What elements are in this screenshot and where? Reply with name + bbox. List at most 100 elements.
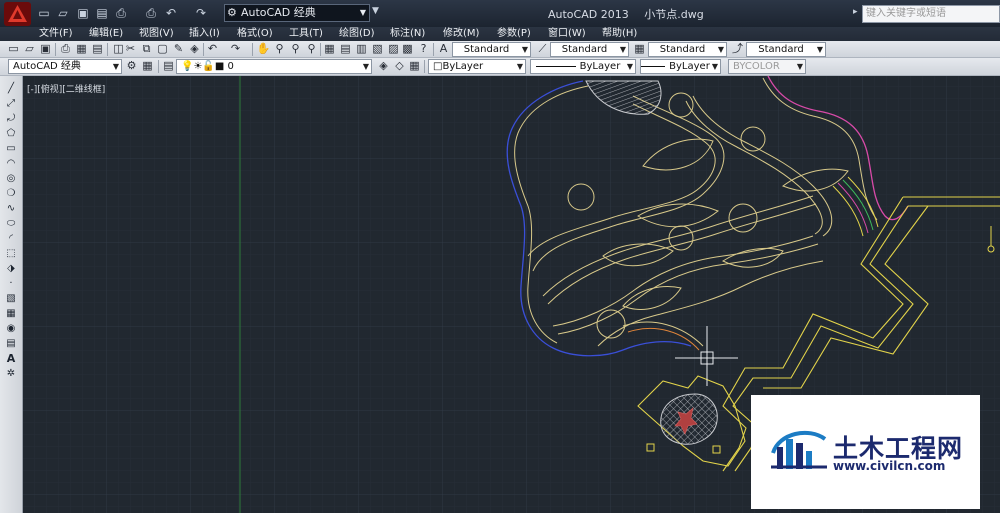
text-style-dropdown[interactable]: Standard ▼ [452, 42, 531, 57]
pan-icon[interactable]: ✋ [256, 42, 271, 56]
revision-cloud-icon[interactable]: ❍ [3, 187, 19, 201]
viewport-controls[interactable]: [-][俯视][二维线框] [27, 82, 105, 95]
linetype-dropdown[interactable]: ByLayer ▼ [530, 59, 636, 74]
toolbar-separator [424, 60, 425, 73]
menu-help[interactable]: 帮助(H) [602, 27, 637, 40]
markup-icon[interactable]: ▨ [386, 42, 401, 56]
add-selected-icon[interactable]: ✲ [3, 367, 19, 381]
calculator-icon[interactable]: ▩ [400, 42, 415, 56]
menu-draw[interactable]: 绘图(D) [339, 27, 375, 40]
open-icon[interactable]: ▱ [22, 42, 37, 56]
help-icon[interactable]: ? [416, 42, 431, 56]
workspace-save-icon[interactable]: ▦ [140, 59, 155, 73]
civilcn-logo [771, 430, 827, 469]
menu-tools[interactable]: 工具(T) [289, 27, 323, 40]
multileader-style-icon[interactable]: ⤴ [730, 42, 745, 56]
line-icon[interactable]: ╱ [3, 82, 19, 96]
current-layer-name: 0 [227, 61, 234, 72]
circle-icon[interactable]: ◎ [3, 172, 19, 186]
toolbar-separator [107, 43, 108, 56]
table-icon[interactable]: ▤ [3, 337, 19, 351]
chevron-down-icon: ▼ [796, 62, 803, 71]
ellipse-arc-icon[interactable]: ◜ [3, 232, 19, 246]
new-icon[interactable]: ▭ [36, 5, 52, 21]
plot-style-dropdown[interactable]: BYCOLOR ▼ [728, 59, 806, 74]
search-input[interactable]: 键入关键字或短语 [862, 5, 1000, 23]
layer-previous-icon[interactable]: ◇ [392, 59, 407, 73]
undo-icon[interactable]: ↶ [205, 42, 220, 56]
cut-icon[interactable]: ✂ [123, 42, 138, 56]
block-editor-icon[interactable]: ◈ [187, 42, 202, 56]
undo-icon[interactable]: ↶ [163, 5, 179, 21]
menu-edit[interactable]: 编辑(E) [89, 27, 123, 40]
plot-preview-icon[interactable]: ▦ [74, 42, 89, 56]
workspace-dropdown-value: AutoCAD 经典 [241, 6, 316, 19]
table-style-dropdown[interactable]: Standard ▼ [648, 42, 727, 57]
open-icon[interactable]: ▱ [55, 5, 71, 21]
menu-file[interactable]: 文件(F) [39, 27, 73, 40]
redo-icon[interactable]: ↷ [228, 42, 243, 56]
redo-icon[interactable]: ↷ [193, 5, 209, 21]
multileader-style-dropdown[interactable]: Standard ▼ [746, 42, 826, 57]
zoom-window-icon[interactable]: ⚲ [288, 42, 303, 56]
point-icon[interactable]: · [3, 277, 19, 291]
toolbar-separator [433, 43, 434, 56]
quick-access-customize-icon[interactable]: ▼ [372, 6, 379, 16]
color-dropdown[interactable]: □ByLayer ▼ [428, 59, 526, 74]
dimension-style-dropdown[interactable]: Standard ▼ [550, 42, 629, 57]
linetype-dropdown-value: ByLayer [531, 60, 635, 73]
layer-properties-icon[interactable]: ▤ [161, 59, 176, 73]
make-object-layer-current-icon[interactable]: ◈ [376, 59, 391, 73]
publish-icon[interactable]: ▤ [90, 42, 105, 56]
construction-line-icon[interactable]: ⤢ [3, 97, 19, 111]
workspace-dropdown[interactable]: ⚙ AutoCAD 经典 ▼ [224, 4, 370, 22]
save-icon[interactable]: ▣ [75, 5, 91, 21]
paste-icon[interactable]: ▢ [155, 42, 170, 56]
layer-state-icon: 💡☀🔓■ [181, 61, 228, 72]
zoom-realtime-icon[interactable]: ⚲ [272, 42, 287, 56]
insert-block-icon[interactable]: ⬚ [3, 247, 19, 261]
hatch-icon[interactable]: ▧ [3, 292, 19, 306]
make-block-icon[interactable]: ⬗ [3, 262, 19, 276]
spline-icon[interactable]: ∿ [3, 202, 19, 216]
table-style-icon[interactable]: ▦ [632, 42, 647, 56]
layer-states-icon[interactable]: ▦ [407, 59, 422, 73]
menu-view[interactable]: 视图(V) [139, 27, 174, 40]
chevron-down-icon: ▼ [717, 45, 724, 54]
properties-icon[interactable]: ▦ [322, 42, 337, 56]
menu-window[interactable]: 窗口(W) [548, 27, 586, 40]
zoom-previous-icon[interactable]: ⚲ [304, 42, 319, 56]
mtext-icon[interactable]: A [3, 352, 19, 366]
design-center-icon[interactable]: ▤ [338, 42, 353, 56]
polygon-icon[interactable]: ⬠ [3, 127, 19, 141]
autocad-logo-icon[interactable] [4, 2, 31, 26]
menu-parametric[interactable]: 参数(P) [497, 27, 531, 40]
plot-icon[interactable]: ⎙ [143, 5, 159, 21]
tool-palettes-icon[interactable]: ▥ [354, 42, 369, 56]
publish-icon[interactable]: ⎙ [113, 5, 129, 21]
menu-insert[interactable]: 插入(I) [189, 27, 220, 40]
menu-modify[interactable]: 修改(M) [443, 27, 479, 40]
layer-dropdown[interactable]: 💡☀🔓■ 0 ▼ [176, 59, 372, 74]
lineweight-dropdown[interactable]: ByLayer ▼ [640, 59, 721, 74]
ellipse-icon[interactable]: ⬭ [3, 217, 19, 231]
save-icon[interactable]: ▣ [38, 42, 53, 56]
new-icon[interactable]: ▭ [6, 42, 21, 56]
match-properties-icon[interactable]: ✎ [171, 42, 186, 56]
text-style-icon[interactable]: A [436, 42, 451, 56]
region-icon[interactable]: ◉ [3, 322, 19, 336]
plot-icon[interactable]: ⎙ [58, 42, 73, 56]
copy-icon[interactable]: ⧉ [139, 42, 154, 56]
search-expand-icon[interactable]: ▸ [853, 7, 858, 17]
workspace-settings-icon[interactable]: ⚙ [124, 59, 139, 73]
gradient-icon[interactable]: ▦ [3, 307, 19, 321]
sheet-set-icon[interactable]: ▧ [370, 42, 385, 56]
menu-format[interactable]: 格式(O) [237, 27, 273, 40]
dimension-style-icon[interactable]: ⟋ [535, 42, 550, 56]
save-as-icon[interactable]: ▤ [94, 5, 110, 21]
rectangle-icon[interactable]: ▭ [3, 142, 19, 156]
workspace-toolbar-dropdown[interactable]: AutoCAD 经典 ▼ [8, 59, 122, 74]
arc-icon[interactable]: ◠ [3, 157, 19, 171]
polyline-icon[interactable]: ⤾ [3, 112, 19, 126]
menu-dimension[interactable]: 标注(N) [390, 27, 425, 40]
